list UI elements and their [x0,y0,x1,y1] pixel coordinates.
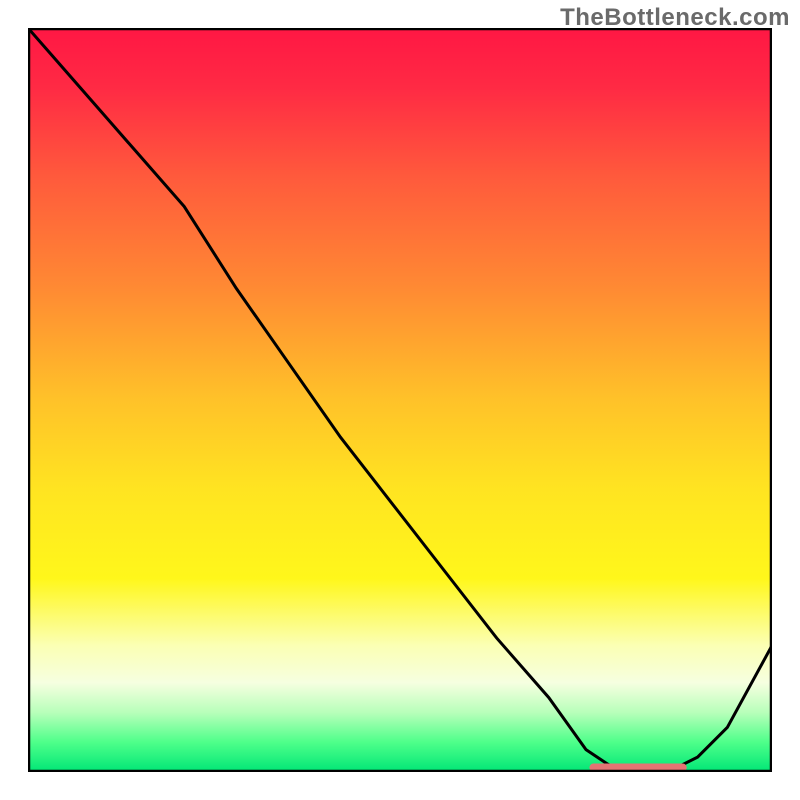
chart-svg [28,28,772,772]
chart-container [28,28,772,772]
chart-background [28,28,772,772]
watermark-text: TheBottleneck.com [560,4,790,32]
